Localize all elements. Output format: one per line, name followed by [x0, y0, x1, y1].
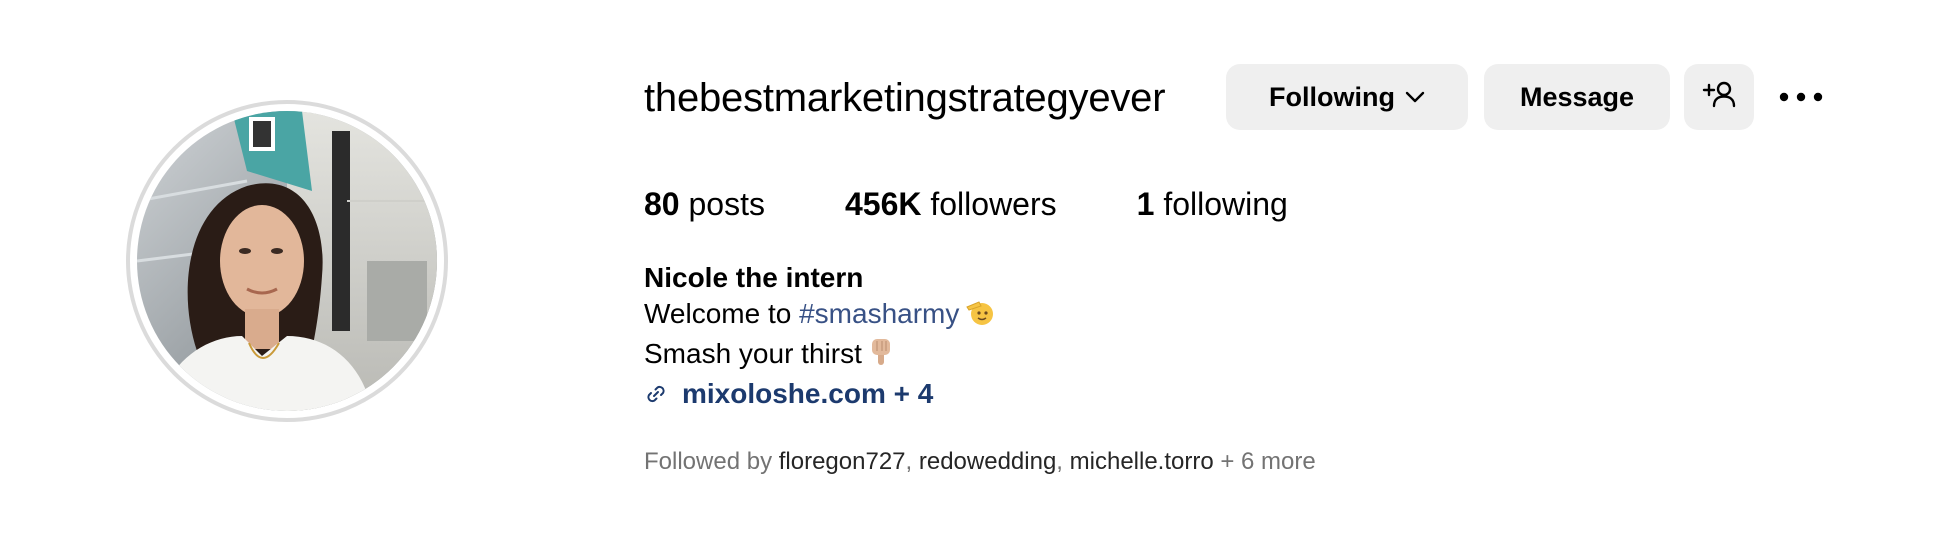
message-button[interactable]: Message	[1484, 64, 1670, 130]
followers-stat[interactable]: 456K followers	[845, 180, 1057, 228]
followed-by: Followed by floregon727, redowedding, mi…	[644, 446, 1316, 478]
profile-stats: 80 posts 456K followers 1 following	[644, 180, 1288, 228]
followed-by-more[interactable]: + 6 more	[1214, 448, 1315, 475]
followed-by-user[interactable]: michelle.torro	[1070, 448, 1214, 475]
followers-label: followers	[921, 186, 1057, 222]
followed-by-user[interactable]: floregon727	[779, 448, 906, 475]
following-stat[interactable]: 1 following	[1137, 180, 1288, 228]
following-count: 1	[1136, 186, 1155, 222]
pointing-down-emoji-icon	[868, 337, 894, 376]
followed-by-separator: ,	[905, 448, 919, 475]
following-button[interactable]: Following	[1226, 64, 1468, 130]
avatar[interactable]	[137, 111, 437, 411]
posts-stat[interactable]: 80 posts	[644, 180, 765, 228]
bio-link-row[interactable]: mixoloshe.com + 4	[644, 376, 995, 412]
bio-line-2: Smash your thirst	[644, 336, 995, 376]
posts-count: 80	[644, 186, 680, 222]
followed-by-prefix: Followed by	[644, 448, 779, 475]
following-label: following	[1154, 186, 1288, 222]
profile-display-name: Nicole the intern	[644, 262, 864, 293]
add-user-icon	[1702, 80, 1736, 115]
link-icon	[644, 382, 668, 406]
chevron-down-icon	[1405, 91, 1425, 103]
avatar-ring[interactable]	[126, 100, 448, 422]
bio-line-1-text: Welcome to	[644, 298, 800, 329]
followed-by-user[interactable]: redowedding	[919, 448, 1056, 475]
message-button-label: Message	[1519, 81, 1635, 112]
followed-by-separator: ,	[1056, 448, 1070, 475]
following-button-label: Following	[1269, 81, 1395, 112]
salute-emoji-icon	[965, 297, 995, 336]
followers-count: 456K	[844, 186, 922, 222]
bio-link[interactable]: mixoloshe.com + 4	[682, 376, 933, 412]
bio-line-1: Welcome to #smasharmy	[644, 296, 995, 336]
hashtag-link[interactable]: #smasharmy	[799, 298, 959, 329]
profile-username: thebestmarketingstrategyever	[644, 76, 1166, 120]
profile-bio: Nicole the intern Welcome to #smasharmy …	[644, 260, 995, 412]
bio-line-2-text: Smash your thirst	[644, 338, 862, 369]
more-options-icon[interactable]	[1776, 78, 1826, 116]
posts-label: posts	[679, 186, 765, 222]
add-user-button[interactable]	[1684, 64, 1754, 130]
